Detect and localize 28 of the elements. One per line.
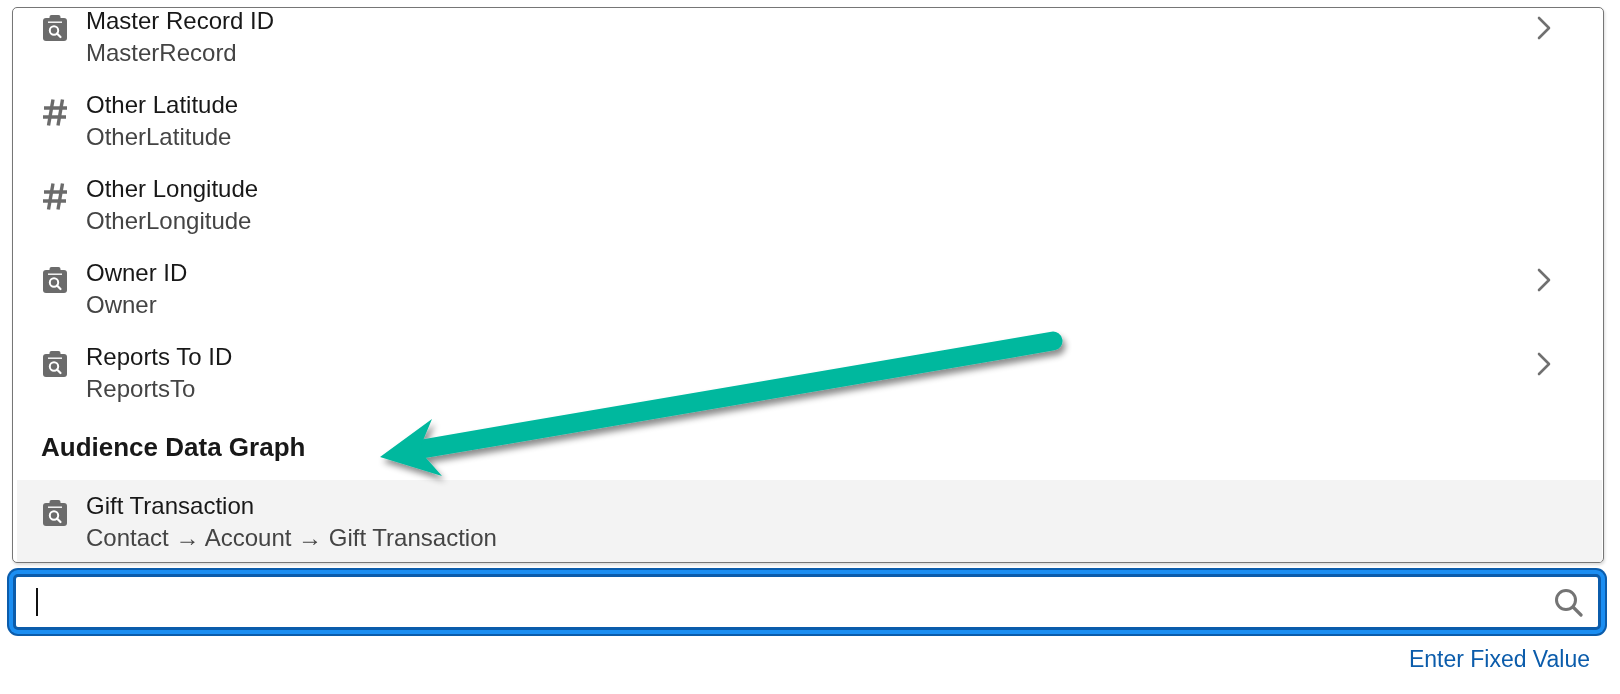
hash-icon	[42, 183, 68, 210]
field-option[interactable]: Other Longitude OtherLongitude	[17, 163, 1602, 247]
hash-icon	[42, 99, 68, 126]
option-label: Owner ID	[86, 258, 188, 288]
field-option[interactable]: Reports To ID ReportsTo	[17, 331, 1602, 415]
option-label: Other Longitude	[86, 174, 259, 204]
option-detail: Contact → Account → Gift Transaction	[86, 523, 497, 553]
search-icon	[1554, 587, 1583, 617]
option-detail: MasterRecord	[86, 38, 237, 68]
text-cursor-icon	[36, 588, 38, 616]
option-label: Master Record ID	[86, 8, 275, 36]
section-heading: Audience Data Graph	[41, 432, 306, 463]
clipboard-search-icon	[43, 15, 67, 41]
fixed-value-link[interactable]: Enter Fixed Value	[1408, 645, 1590, 673]
option-label: Reports To ID	[86, 342, 233, 372]
option-label: Gift Transaction	[86, 491, 255, 521]
clipboard-search-icon	[43, 351, 67, 377]
option-detail: ReportsTo	[86, 374, 196, 404]
option-detail: OtherLatitude	[86, 122, 232, 152]
option-detail: Owner	[86, 290, 157, 320]
field-option[interactable]: Owner ID Owner	[17, 247, 1602, 331]
option-detail: OtherLongitude	[86, 206, 252, 236]
field-option[interactable]: Master Record ID MasterRecord	[17, 8, 1602, 79]
option-label: Other Latitude	[86, 90, 239, 120]
clipboard-search-icon	[43, 267, 67, 293]
field-option[interactable]: Other Latitude OtherLatitude	[17, 79, 1602, 163]
field-option[interactable]: Gift Transaction Contact → Account → Gift Transaction	[17, 480, 1602, 562]
clipboard-search-icon	[43, 500, 67, 526]
